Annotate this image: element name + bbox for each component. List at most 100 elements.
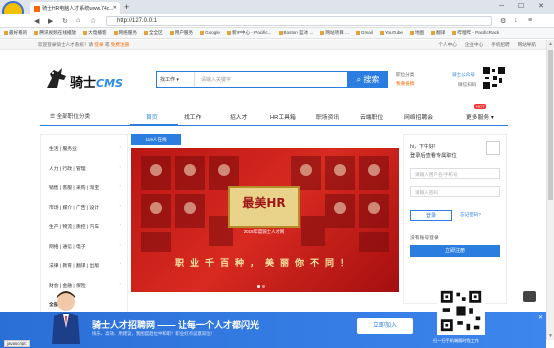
reload-icon[interactable]: ↻ — [62, 17, 68, 25]
submit-link[interactable]: 我要投稿 — [396, 81, 414, 87]
hero-banner[interactable]: 最美HR 2019年度骑士人才网 职业千百种，美丽你不同！ — [131, 148, 399, 292]
chevron-right-icon: › — [119, 281, 121, 287]
main-nav: ☰ 全部职位分类 首页 找工作 招人才 HR工具箱 职场资讯 云端职位 网络招聘… — [40, 104, 508, 124]
register-button[interactable]: 立即注册 — [410, 245, 500, 257]
downloads-icon[interactable]: ↓ — [514, 17, 518, 24]
chevron-down-icon: ▾ — [490, 115, 494, 121]
close-icon[interactable]: ✕ — [538, 314, 543, 321]
nav-job-fair[interactable]: 网络招聘会 — [404, 112, 433, 121]
search-input[interactable]: 请输入关键字 — [201, 76, 231, 83]
bookmark-item[interactable]: 腾讯视频在线播放 — [34, 30, 76, 35]
top-link[interactable]: 手机招聘 — [491, 42, 509, 47]
tab-close-icon[interactable]: ✕ — [113, 5, 117, 11]
bookmark-item[interactable]: 哔哩哔 - PacificRack — [452, 30, 499, 35]
search-button[interactable]: ⌕ 搜索 — [348, 71, 388, 88]
join-now-button[interactable]: 立即加入 — [357, 318, 413, 334]
forward-icon[interactable]: ▶ — [48, 17, 53, 25]
qr-login-icon[interactable] — [486, 141, 500, 155]
nav-cloud-jobs[interactable]: 云端职位 — [360, 112, 383, 121]
nav-hr-tools[interactable]: HR工具箱 — [270, 112, 296, 121]
category-item[interactable]: 市场 | 媒介 | 广告 | 设计 › — [49, 204, 125, 211]
scroll-up-icon[interactable]: ▲ — [548, 41, 553, 47]
bookmark-label: YouTube — [384, 30, 403, 35]
category-item[interactable]: 法律 | 教育 | 翻译 | 出版 › — [49, 262, 125, 269]
bookmark-label: 地图 — [414, 30, 425, 35]
bookmark-item[interactable]: 翻译 — [431, 30, 445, 35]
nav-recruit[interactable]: 招人才 — [230, 112, 247, 121]
window-controls[interactable]: ─ ☐ ✕ — [499, 2, 550, 10]
category-label: 人力 | 行政 | 管理 — [49, 166, 86, 172]
job-category-label[interactable]: 职位分类 — [396, 72, 414, 78]
category-item[interactable]: 生产 | 物流 | 质控 | 汽车 › — [49, 223, 125, 230]
category-item[interactable]: 人力 | 行政 | 管理 › — [49, 165, 125, 172]
category-item[interactable]: 销售 | 客服 | 采购 | 淘宝 › — [49, 184, 125, 191]
bookmark-item[interactable]: 大电播客 — [83, 30, 107, 35]
login-button[interactable]: 登录 — [410, 210, 452, 221]
scroll-thumb[interactable] — [548, 50, 553, 200]
new-tab-button[interactable]: + — [124, 2, 129, 12]
grid-icon: ☰ — [50, 114, 56, 120]
bookmark-item[interactable]: YouTube — [379, 30, 403, 35]
chat-icon[interactable] — [523, 291, 536, 302]
nav-career-news[interactable]: 职场资讯 — [316, 112, 339, 121]
bookmark-star-icon[interactable]: ☆ — [90, 17, 96, 25]
bookmark-item[interactable]: Google — [200, 30, 220, 35]
bookmark-label: 全全区 — [148, 30, 163, 35]
register-link[interactable]: 免费注册 — [111, 42, 129, 47]
carousel-dot[interactable] — [257, 285, 260, 288]
chevron-right-icon: › — [119, 203, 121, 209]
bookmark-item[interactable]: 地图 — [409, 30, 425, 35]
carousel-dots[interactable] — [257, 284, 267, 290]
menu-icon[interactable]: ≡ — [528, 17, 532, 24]
all-categories[interactable]: ☰ 全部职位分类 — [50, 112, 90, 120]
wechat-qr-icon — [482, 66, 506, 90]
search-type-select[interactable]: 找工作 ▾ — [157, 72, 195, 87]
bookmark-item[interactable]: 网络服务 — [113, 30, 137, 35]
bookmark-label: 哔哩哔 - PacificRack — [457, 30, 500, 35]
bookmark-folder-icon — [452, 30, 457, 35]
password-input[interactable]: 请输入密码 — [410, 186, 500, 197]
category-item[interactable]: 网络 | 通信 | 电子 › — [49, 243, 125, 250]
bookmark-item[interactable]: 最好看的 — [4, 30, 27, 35]
bookmark-item[interactable]: 用户服务 — [169, 30, 193, 35]
knight-logo-icon[interactable] — [44, 66, 70, 90]
nav-active-indicator — [130, 124, 178, 126]
carousel-dot[interactable] — [262, 285, 265, 288]
hr-subtitle: 2019年度骑士人才网 — [243, 229, 285, 234]
bookmark-item[interactable]: Gmail — [355, 30, 373, 35]
bookmark-folder-icon — [226, 30, 231, 35]
page-scrollbar[interactable]: ▲ ▼ — [546, 40, 554, 340]
forgot-password-link[interactable]: 忘记密码? — [460, 212, 481, 218]
bookmark-item[interactable]: 网站项目 ... — [320, 30, 349, 35]
bookmark-label: 大电播客 — [88, 30, 107, 35]
search-button-label: 搜索 — [363, 75, 380, 84]
scroll-down-icon[interactable]: ▼ — [548, 333, 553, 339]
more-services-label: 更多服务 — [466, 115, 490, 121]
nav-more-services[interactable]: 更多服务 ▾ — [466, 112, 494, 121]
bookmark-folder-icon — [200, 30, 205, 35]
nav-home[interactable]: 首页 — [146, 112, 158, 121]
back-icon[interactable]: ◀ — [34, 17, 39, 25]
bookmark-item[interactable]: 全全区 — [143, 30, 163, 35]
bookmark-folder-icon — [379, 30, 384, 35]
home-icon[interactable]: ⌂ — [76, 17, 80, 24]
login-link[interactable]: 登录 — [94, 42, 103, 47]
bookmark-item[interactable]: Boston 蓝冰 ... — [278, 30, 313, 35]
address-bar[interactable]: http://127.0.0.1 — [106, 16, 492, 26]
category-label: 市场 | 媒介 | 广告 | 设计 — [49, 205, 100, 211]
bookmark-item[interactable]: 新IP中心 - Pacific... — [226, 30, 272, 35]
browser-tab[interactable]: 骑士HR电脑人才系统www.74c... ✕ — [30, 2, 120, 14]
chevron-right-icon: › — [119, 262, 121, 267]
online-count-badge: 119人在线 — [131, 134, 181, 145]
top-link[interactable]: 网站导航 — [518, 42, 536, 47]
top-link[interactable]: 个人中心 — [438, 42, 456, 47]
wechat-sub: 微信扫码 — [458, 82, 477, 87]
chevron-right-icon: › — [119, 145, 121, 150]
username-input[interactable]: 请输入用户名/手机号 — [410, 168, 500, 179]
nav-find-job[interactable]: 找工作 — [184, 112, 201, 121]
brand-name[interactable]: 骑士CMS — [70, 72, 123, 91]
search-icon: ⌕ — [356, 75, 362, 84]
extensions-icon[interactable]: ⚙ — [500, 17, 506, 25]
category-item[interactable]: 生活 | 服务业 › — [49, 145, 125, 152]
top-link[interactable]: 企业中心 — [465, 42, 483, 47]
